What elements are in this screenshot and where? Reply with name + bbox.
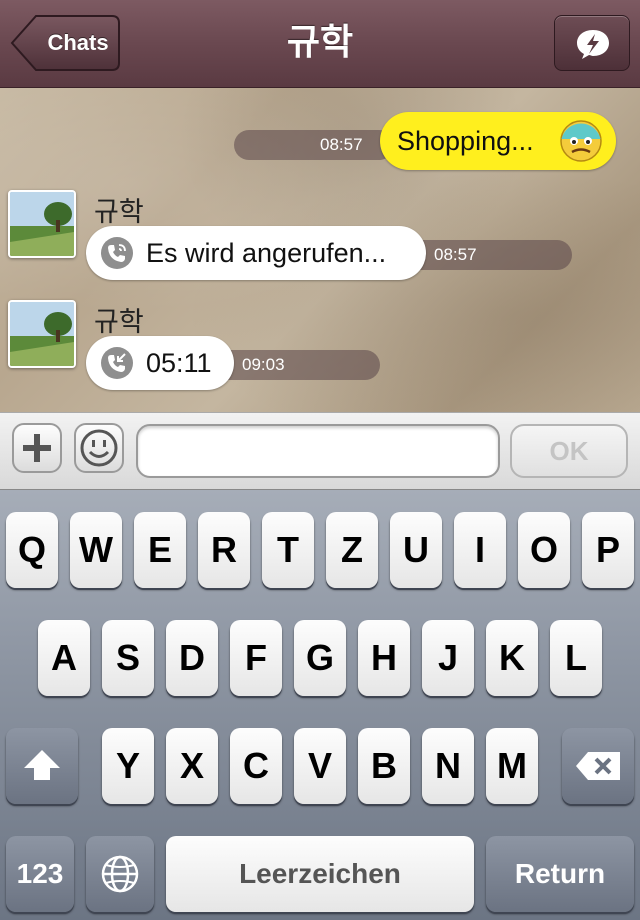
key-v[interactable]: V [294,728,346,804]
key-b[interactable]: B [358,728,410,804]
navigation-bar: Chats 규학 [0,0,640,88]
numbers-key[interactable]: 123 [6,836,74,912]
chat-area[interactable]: 08:57 Shopping... 규학 08:57 Es wird anger… [0,88,640,412]
key-g[interactable]: G [294,620,346,696]
shift-arrow-icon [24,750,60,780]
shift-key[interactable] [6,728,78,804]
message-time: 08:57 [434,245,477,264]
message-input-bar: OK [0,412,640,490]
key-i[interactable]: I [454,512,506,588]
timestamp-pill [234,130,394,160]
outgoing-call-icon [101,237,133,269]
key-p[interactable]: P [582,512,634,588]
anxious-face-emoji-icon [560,120,602,162]
key-r[interactable]: R [198,512,250,588]
sender-name: 규학 [94,307,144,337]
avatar[interactable] [8,190,76,258]
key-c[interactable]: C [230,728,282,804]
back-button[interactable]: Chats [10,15,120,71]
key-h[interactable]: H [358,620,410,696]
outgoing-message-bubble[interactable]: Shopping... [380,112,616,170]
key-a[interactable]: A [38,620,90,696]
key-z[interactable]: Z [326,512,378,588]
key-t[interactable]: T [262,512,314,588]
keyboard: Q W E R T Z U I O P A S D F G H J K L Y … [0,490,640,920]
incoming-call-icon [101,347,133,379]
plus-icon [23,434,51,462]
attach-button[interactable] [12,423,62,473]
key-e[interactable]: E [134,512,186,588]
globe-key[interactable] [86,836,154,912]
space-key[interactable]: Leerzeichen [166,836,474,912]
message-text: Shopping... [397,126,534,156]
timestamp-pill [210,350,380,380]
backspace-key[interactable] [562,728,634,804]
lightning-speech-icon [577,30,609,59]
key-l[interactable]: L [550,620,602,696]
avatar[interactable] [8,300,76,368]
flash-action-button[interactable] [554,15,630,71]
key-q[interactable]: Q [6,512,58,588]
backspace-icon [576,752,620,780]
sender-name: 규학 [94,197,144,227]
return-key[interactable]: Return [486,836,634,912]
key-j[interactable]: J [422,620,474,696]
message-input[interactable] [136,424,500,478]
tree-landscape-photo [10,302,74,366]
tree-landscape-photo [10,192,74,256]
smiley-icon [80,429,118,467]
key-m[interactable]: M [486,728,538,804]
call-status-text: Es wird angerufen... [146,238,387,268]
call-duration-text: 05:11 [146,348,212,378]
key-u[interactable]: U [390,512,442,588]
key-y[interactable]: Y [102,728,154,804]
back-button-label: Chats [47,30,109,55]
call-duration-bubble[interactable]: 05:11 [86,336,234,390]
key-x[interactable]: X [166,728,218,804]
send-ok-button[interactable]: OK [510,424,628,478]
key-n[interactable]: N [422,728,474,804]
key-s[interactable]: S [102,620,154,696]
message-time: 09:03 [242,355,285,374]
chat-title: 규학 [286,21,354,62]
key-d[interactable]: D [166,620,218,696]
emoticon-button[interactable] [74,423,124,473]
key-k[interactable]: K [486,620,538,696]
key-f[interactable]: F [230,620,282,696]
globe-icon [101,855,139,893]
key-w[interactable]: W [70,512,122,588]
incoming-call-bubble[interactable]: Es wird angerufen... [86,226,426,280]
key-o[interactable]: O [518,512,570,588]
message-time: 08:57 [320,135,363,154]
